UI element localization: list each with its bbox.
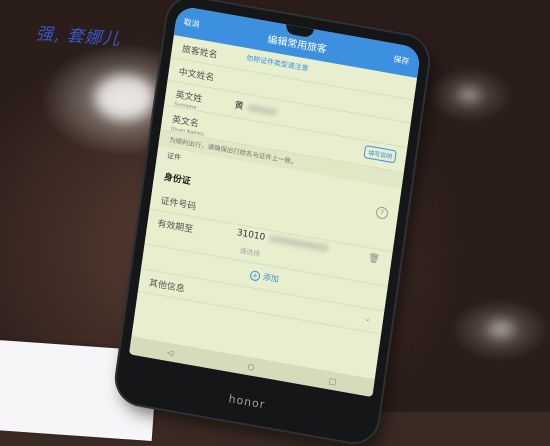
surname-value[interactable]: 黄: [234, 98, 278, 118]
help-icon[interactable]: ?: [375, 206, 389, 221]
validity-placeholder[interactable]: 请选择: [239, 246, 261, 260]
light-reflection: [488, 320, 514, 338]
nav-home-icon[interactable]: ○: [247, 361, 255, 371]
trash-icon[interactable]: 🗑: [367, 254, 380, 266]
row-label: 证件号码: [159, 196, 197, 213]
help-button[interactable]: 填写说明: [363, 144, 397, 164]
nav-recent-icon[interactable]: □: [328, 376, 337, 386]
row-label: 旅客姓名: [181, 44, 219, 61]
light-reflection: [458, 88, 480, 102]
row-label: 其他信息: [148, 279, 186, 296]
nav-back-icon[interactable]: ◁: [167, 347, 174, 357]
chevron-down-icon[interactable]: ⌄: [364, 314, 372, 324]
plus-circle-icon: +: [249, 270, 261, 283]
smartphone: 取消 编辑常用旅客 保存 旅客姓名 勿称证件类型请注意 中文姓名 英文姓 Sur…: [113, 0, 432, 446]
light-reflection: [95, 75, 155, 120]
row-label: 有效期至: [156, 219, 194, 236]
phone-screen: 取消 编辑常用旅客 保存 旅客姓名 勿称证件类型请注意 中文姓名 英文姓 Sur…: [129, 5, 422, 398]
row-label: 中文姓名: [177, 67, 215, 84]
